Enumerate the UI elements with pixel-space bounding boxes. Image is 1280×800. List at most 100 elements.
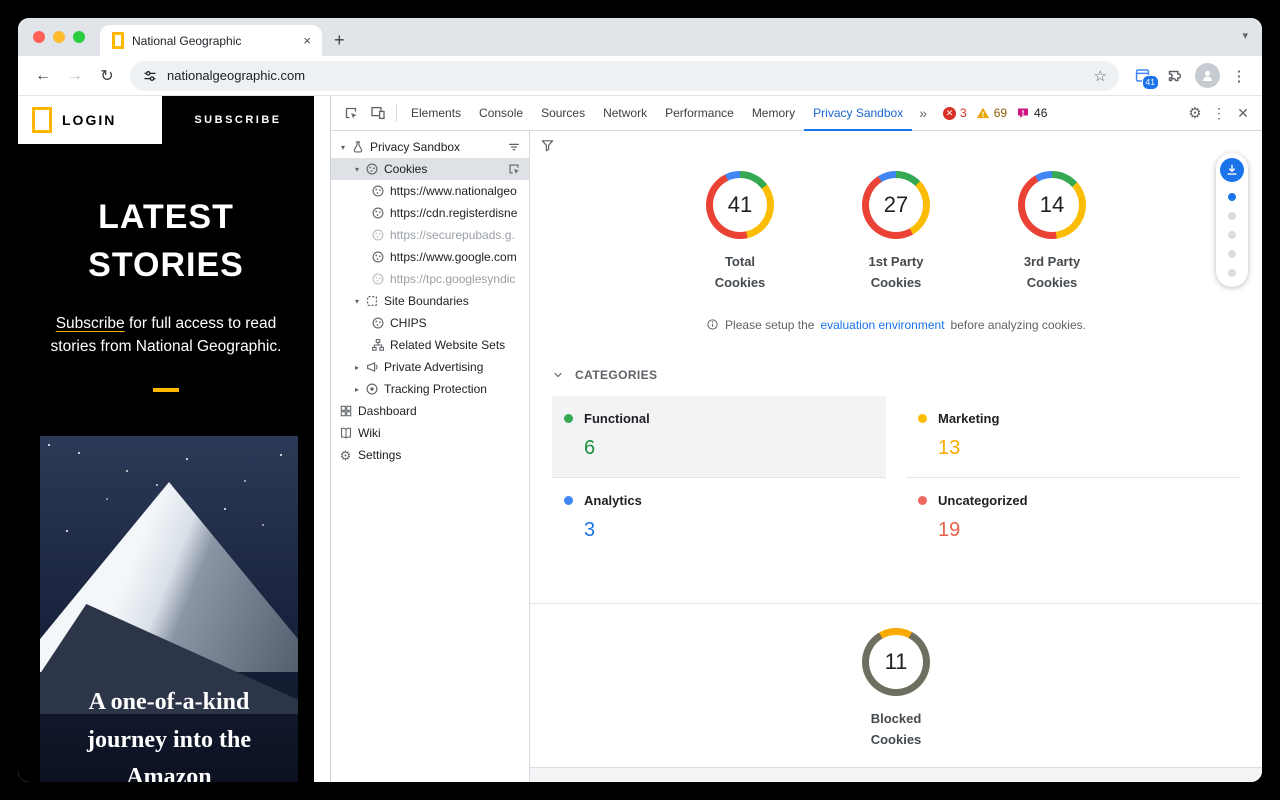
filter-list-icon[interactable] xyxy=(505,140,523,154)
tree-item-cookie-origin[interactable]: https://cdn.registerdisne xyxy=(331,202,529,224)
tab-privacy-sandbox[interactable]: Privacy Sandbox xyxy=(804,96,912,131)
tab-performance[interactable]: Performance xyxy=(656,96,743,131)
category-marketing[interactable]: Marketing 13 xyxy=(906,396,1240,478)
browser-menu-button[interactable]: ⋮ xyxy=(1226,67,1252,85)
address-bar[interactable]: nationalgeographic.com ☆ xyxy=(130,61,1119,91)
login-button[interactable]: LOGIN xyxy=(62,112,116,128)
tab-search-chevron-icon[interactable]: ▾ xyxy=(1242,29,1248,42)
rail-step-dot[interactable] xyxy=(1228,250,1236,258)
filter-funnel-icon[interactable] xyxy=(540,138,555,153)
warnings-badge[interactable]: 69 xyxy=(976,106,1007,120)
tree-item-cookie-origin[interactable]: https://www.nationalgeo xyxy=(331,180,529,202)
new-tab-button[interactable]: + xyxy=(322,25,357,56)
device-toolbar-button[interactable] xyxy=(364,100,391,127)
tree-item-related-website-sets[interactable]: Related Website Sets xyxy=(331,334,529,356)
third-party-cookies-chart: 14 3rd PartyCookies xyxy=(1002,171,1102,294)
errors-badge[interactable]: ✕ 3 xyxy=(943,106,967,120)
forward-button[interactable]: → xyxy=(60,61,90,91)
category-functional[interactable]: Functional 6 xyxy=(552,396,886,478)
marketing-count: 13 xyxy=(938,437,1228,460)
tab-console[interactable]: Console xyxy=(470,96,532,131)
tab-title: National Geographic xyxy=(132,34,292,48)
zoom-window-button[interactable] xyxy=(73,31,85,43)
back-button[interactable]: ← xyxy=(28,61,58,91)
cookie-donut-charts: 41 TotalCookies 27 1st PartyCookies 14 3… xyxy=(530,171,1262,294)
minimize-window-button[interactable] xyxy=(53,31,65,43)
tree-item-private-advertising[interactable]: ▸ Private Advertising xyxy=(331,356,529,378)
natgeo-page: LOGIN SUBSCRIBE LATEST STORIES Subscribe… xyxy=(18,96,314,782)
tree-item-settings[interactable]: ⚙ Settings xyxy=(331,444,529,466)
extensions-puzzle-button[interactable] xyxy=(1159,61,1189,91)
inspect-cursor-icon[interactable] xyxy=(505,162,523,176)
site-settings-tune-icon[interactable] xyxy=(142,68,158,84)
evaluation-environment-link[interactable]: evaluation environment xyxy=(820,318,944,332)
subscribe-link[interactable]: Subscribe xyxy=(56,315,125,332)
rail-step-dot[interactable] xyxy=(1228,269,1236,277)
natgeo-logo[interactable] xyxy=(32,107,52,133)
tab-network[interactable]: Network xyxy=(594,96,656,131)
subscribe-button[interactable]: SUBSCRIBE xyxy=(162,96,314,144)
expand-arrow-icon[interactable]: ▾ xyxy=(351,297,363,306)
rail-step-dot[interactable] xyxy=(1228,212,1236,220)
promo-text: Subscribe for full access to read storie… xyxy=(38,313,294,358)
inspect-element-button[interactable] xyxy=(337,100,364,127)
tree-item-cookie-origin[interactable]: https://tpc.googlesyndic xyxy=(331,268,529,290)
cookie-icon xyxy=(370,316,385,331)
devtools-settings-button[interactable]: ⚙ xyxy=(1182,104,1208,122)
bookmark-star-icon[interactable]: ☆ xyxy=(1094,67,1107,85)
tab-memory[interactable]: Memory xyxy=(743,96,804,131)
tree-item-cookie-origin[interactable]: https://www.google.com xyxy=(331,246,529,268)
category-analytics[interactable]: Analytics 3 xyxy=(552,478,886,559)
tab-close-icon[interactable]: × xyxy=(300,33,314,48)
close-window-button[interactable] xyxy=(33,31,45,43)
collapse-arrow-icon[interactable]: ▸ xyxy=(351,385,363,394)
tree-item-chips[interactable]: CHIPS xyxy=(331,312,529,334)
uncategorized-count: 19 xyxy=(938,519,1228,542)
uncategorized-dot-icon xyxy=(918,496,927,505)
devtools-menu-button[interactable]: ⋮ xyxy=(1208,105,1230,122)
blocked-cookies-chart: 11 BlockedCookies xyxy=(846,628,946,751)
tree-item-wiki[interactable]: Wiki xyxy=(331,422,529,444)
tab-strip: National Geographic × + ▾ xyxy=(18,18,1262,56)
categories-section-header[interactable]: CATEGORIES xyxy=(552,368,1262,382)
megaphone-icon xyxy=(364,360,379,375)
tree-item-tracking-protection[interactable]: ▸ Tracking Protection xyxy=(331,378,529,400)
issues-badge[interactable]: 46 xyxy=(1016,106,1047,120)
rail-step-dot[interactable] xyxy=(1228,193,1236,201)
info-icon xyxy=(706,318,719,331)
devtools-close-button[interactable]: ✕ xyxy=(1230,105,1256,122)
rail-step-dot[interactable] xyxy=(1228,231,1236,239)
page-scrollbar[interactable] xyxy=(314,96,330,782)
analytics-count: 3 xyxy=(584,519,874,542)
more-tabs-button[interactable]: » xyxy=(912,105,934,121)
target-icon xyxy=(364,382,379,397)
tab-sources[interactable]: Sources xyxy=(532,96,594,131)
third-party-donut: 14 xyxy=(1018,171,1086,239)
collapse-arrow-icon[interactable]: ▸ xyxy=(351,363,363,372)
horizontal-scrollbar[interactable] xyxy=(530,767,1262,782)
site-header: LOGIN SUBSCRIBE xyxy=(18,96,314,144)
expand-arrow-icon[interactable]: ▾ xyxy=(351,165,363,174)
tab-elements[interactable]: Elements xyxy=(402,96,470,131)
browser-tab[interactable]: National Geographic × xyxy=(100,25,322,56)
category-uncategorized[interactable]: Uncategorized 19 xyxy=(906,478,1240,559)
devtools-toolbar: Elements Console Sources Network Perform… xyxy=(331,96,1262,131)
expand-arrow-icon[interactable]: ▾ xyxy=(337,143,349,152)
tree-item-cookies[interactable]: ▾ Cookies xyxy=(331,158,529,180)
story-hero-image[interactable]: A one-of-a-kind journey into the Amazon xyxy=(40,436,298,782)
warning-icon xyxy=(976,106,990,120)
download-report-button[interactable] xyxy=(1220,158,1244,182)
tree-item-cookie-origin[interactable]: https://securepubads.g. xyxy=(331,224,529,246)
book-icon xyxy=(338,426,353,441)
profile-avatar[interactable] xyxy=(1195,63,1220,88)
story-title[interactable]: A one-of-a-kind journey into the Amazon xyxy=(40,684,298,782)
hierarchy-icon xyxy=(370,338,385,353)
category-grid: Functional 6 Marketing 13 Analytics 3 xyxy=(552,396,1240,559)
cookie-extension-button[interactable]: 41 xyxy=(1127,61,1157,91)
tree-item-site-boundaries[interactable]: ▾ Site Boundaries xyxy=(331,290,529,312)
tree-item-privacy-sandbox[interactable]: ▾ Privacy Sandbox xyxy=(331,136,529,158)
boundary-icon xyxy=(364,294,379,309)
tree-item-dashboard[interactable]: Dashboard xyxy=(331,400,529,422)
total-cookies-chart: 41 TotalCookies xyxy=(690,171,790,294)
reload-button[interactable]: ↻ xyxy=(92,61,122,91)
